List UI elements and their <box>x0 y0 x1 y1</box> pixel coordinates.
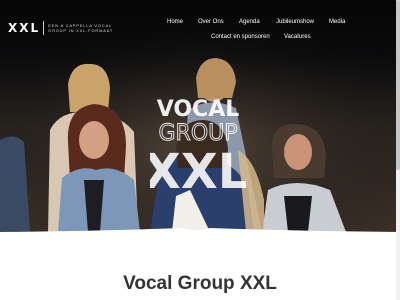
nav-link-media[interactable]: Media <box>329 18 345 26</box>
page-scrollbar[interactable] <box>396 0 400 300</box>
page-title: Vocal Group XXL <box>123 273 277 294</box>
site-logo[interactable]: XXL EEN A CAPPELLA VOCAL GROUP IN XXL-FO… <box>8 21 113 35</box>
overlay-word-vocal: VOCAL <box>157 97 240 122</box>
nav-link-home[interactable]: Home <box>167 18 183 26</box>
nav-link-contact-en-sponsoren[interactable]: Contact en sponsoren <box>211 33 270 41</box>
vocal-group-xxl-logo-overlay: VOCAL GROUP XXL <box>150 97 246 192</box>
logo-tagline-line-2: GROUP IN XXL-FORMAAT <box>48 28 114 33</box>
hero-banner: VOCAL GROUP XXL XXL EEN A CAPPELLA VOCAL… <box>0 0 400 232</box>
logo-tagline: EEN A CAPPELLA VOCAL GROUP IN XXL-FORMAA… <box>48 23 113 33</box>
logo-divider <box>43 21 45 35</box>
nav-link-vacatures[interactable]: Vacatures <box>284 33 311 41</box>
top-navigation: XXL EEN A CAPPELLA VOCAL GROUP IN XXL-FO… <box>0 0 400 48</box>
nav-link-over-ons[interactable]: Over Ons <box>198 18 224 26</box>
nav-link-agenda[interactable]: Agenda <box>239 18 260 26</box>
scrollbar-thumb[interactable] <box>396 0 400 170</box>
overlay-word-group: GROUP <box>158 121 237 146</box>
nav-link-jubileumshow[interactable]: Jubileumshow <box>276 18 314 26</box>
logo-mark: XXL <box>8 21 41 35</box>
hero-bottom-wave <box>0 228 400 238</box>
overlay-word-xxl: XXL <box>150 144 246 192</box>
